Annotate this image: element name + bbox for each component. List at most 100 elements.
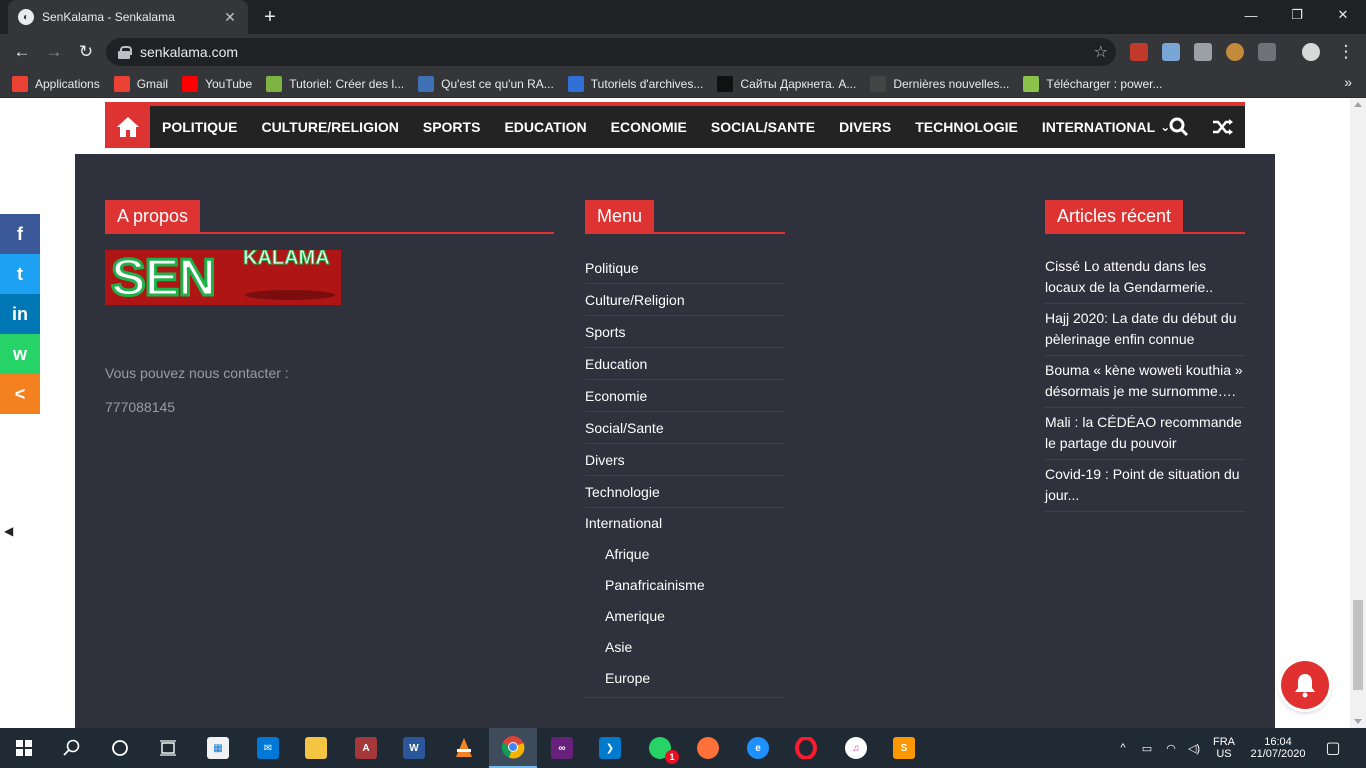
visual-studio-icon[interactable]: ∞: [538, 728, 586, 768]
footer-submenu-item[interactable]: Afrique: [585, 538, 785, 569]
search-icon[interactable]: [48, 728, 96, 768]
opera-icon[interactable]: [782, 728, 830, 768]
linkedin-icon[interactable]: in: [0, 294, 40, 334]
whatsapp-icon[interactable]: 1: [636, 728, 684, 768]
address-bar[interactable]: senkalama.com ☆: [106, 38, 1116, 66]
minimize-icon[interactable]: —: [1228, 0, 1274, 30]
recent-article-link[interactable]: Covid-19 : Point de situation du jour...: [1045, 460, 1245, 512]
action-center-icon[interactable]: ▢: [1318, 728, 1348, 768]
site-logo[interactable]: SEN KALAMA: [105, 250, 341, 305]
bookmarks-overflow-icon[interactable]: »: [1344, 74, 1352, 90]
bookmark-item[interactable]: Dernières nouvelles...: [870, 75, 1010, 92]
task-view-icon[interactable]: [144, 728, 192, 768]
browser-menu-icon[interactable]: ⋮: [1334, 40, 1358, 64]
sublime-text-icon[interactable]: S: [880, 728, 928, 768]
battery-icon[interactable]: ▭: [1136, 728, 1158, 768]
nav-item-technologie[interactable]: TECHNOLOGIE: [903, 106, 1030, 148]
bookmark-item[interactable]: Applications: [12, 75, 100, 92]
bookmark-item[interactable]: Tutoriels d'archives...: [567, 75, 703, 92]
footer-submenu-item[interactable]: Europe: [585, 662, 785, 693]
back-icon[interactable]: ←: [10, 40, 34, 64]
nav-item-label: ECONOMIE: [610, 119, 687, 135]
camera-extension-icon[interactable]: [1194, 43, 1212, 61]
vlc-icon[interactable]: [440, 728, 488, 768]
footer-submenu-item[interactable]: Panafricainisme: [585, 569, 785, 600]
bookmark-item[interactable]: Сайты Даркнета. А...: [717, 75, 856, 92]
wifi-icon[interactable]: ◠: [1160, 728, 1182, 768]
footer-menu-item[interactable]: Education: [585, 348, 785, 380]
shield-extension-icon[interactable]: [1130, 43, 1148, 61]
notification-bell-icon[interactable]: [1281, 661, 1329, 709]
browser-tab[interactable]: ◐ SenKalama - Senkalama ✕: [8, 0, 248, 34]
file-explorer-icon[interactable]: [292, 728, 340, 768]
chrome-icon[interactable]: [489, 728, 537, 768]
hide-share-icon[interactable]: ◀: [4, 524, 13, 538]
footer-menu-item[interactable]: Politique: [585, 252, 785, 284]
nav-item-politique[interactable]: POLITIQUE: [150, 106, 249, 148]
extension-icon[interactable]: [1258, 43, 1276, 61]
bookmark-item[interactable]: Qu'est ce qu'un RA...: [418, 75, 554, 92]
footer-menu-item[interactable]: Culture/Religion: [585, 284, 785, 316]
whatsapp-icon[interactable]: w: [0, 334, 40, 374]
bookmark-label: Qu'est ce qu'un RA...: [441, 76, 554, 91]
facebook-icon[interactable]: f: [0, 214, 40, 254]
bookmark-item[interactable]: Télécharger : power...: [1023, 75, 1162, 92]
language-indicator[interactable]: FRA US: [1208, 728, 1240, 768]
footer-menu-item[interactable]: Technologie: [585, 476, 785, 508]
footer-menu-item[interactable]: Sports: [585, 316, 785, 348]
nav-item-divers[interactable]: DIVERS: [827, 106, 903, 148]
twitter-icon[interactable]: t: [0, 254, 40, 294]
footer-menu-item-international[interactable]: International: [585, 508, 785, 538]
footer-submenu-item[interactable]: Asie: [585, 631, 785, 662]
footer-menu-item[interactable]: Divers: [585, 444, 785, 476]
bookmark-label: Dernières nouvelles...: [893, 76, 1010, 91]
footer-submenu-item[interactable]: Amerique: [585, 600, 785, 631]
tray-chevron-icon[interactable]: ^: [1112, 728, 1134, 768]
random-shuffle-icon[interactable]: [1201, 106, 1245, 148]
new-tab-button[interactable]: +: [258, 6, 282, 28]
vscode-icon[interactable]: ❯: [586, 728, 634, 768]
bookmark-item[interactable]: YouTube: [182, 75, 252, 92]
search-icon[interactable]: [1157, 106, 1201, 148]
scroll-up-arrow-icon[interactable]: [1354, 102, 1362, 107]
nav-item-culture-religion[interactable]: CULTURE/RELIGION: [249, 106, 410, 148]
nav-item-education[interactable]: EDUCATION: [492, 106, 598, 148]
edge-icon[interactable]: e: [734, 728, 782, 768]
microsoft-store-icon[interactable]: ▦: [194, 728, 242, 768]
scrollbar-thumb[interactable]: [1353, 600, 1363, 690]
recent-article-link[interactable]: Cissé Lo attendu dans les locaux de la G…: [1045, 252, 1245, 304]
windows-start-icon[interactable]: [0, 728, 48, 768]
firefox-icon[interactable]: [684, 728, 732, 768]
home-icon[interactable]: [105, 106, 150, 148]
footer-menu-item[interactable]: Social/Sante: [585, 412, 785, 444]
tab-close-icon[interactable]: ✕: [222, 9, 238, 26]
bookmark-star-icon[interactable]: ☆: [1094, 42, 1108, 62]
page-scrollbar[interactable]: [1350, 98, 1366, 728]
recent-article-link[interactable]: Hajj 2020: La date du début du pèlerinag…: [1045, 304, 1245, 356]
clock[interactable]: 16:04 21/07/2020: [1244, 728, 1312, 768]
mail-icon[interactable]: ✉: [244, 728, 292, 768]
cookie-extension-icon[interactable]: [1226, 43, 1244, 61]
nav-item-sports[interactable]: SPORTS: [411, 106, 493, 148]
lock-icon: [118, 46, 132, 59]
recent-article-link[interactable]: Bouma « kène woweti kouthia » désormais …: [1045, 356, 1245, 408]
reload-icon[interactable]: ↻: [74, 40, 98, 64]
share-icon[interactable]: <: [0, 374, 40, 414]
forward-icon[interactable]: →: [42, 40, 66, 64]
recent-article-link[interactable]: Mali : la CÉDÉAO recommande le partage d…: [1045, 408, 1245, 460]
footer-menu-item[interactable]: Economie: [585, 380, 785, 412]
restore-icon[interactable]: ❐: [1274, 0, 1320, 30]
word-icon[interactable]: W: [390, 728, 438, 768]
nav-item-social-sante[interactable]: SOCIAL/SANTE: [699, 106, 827, 148]
extension-icon[interactable]: [1162, 43, 1180, 61]
window-close-icon[interactable]: ✕: [1320, 0, 1366, 30]
cortana-icon[interactable]: [96, 728, 144, 768]
nav-item-economie[interactable]: ECONOMIE: [599, 106, 699, 148]
itunes-icon[interactable]: ♫: [832, 728, 880, 768]
bookmark-item[interactable]: Gmail: [113, 75, 168, 92]
access-icon[interactable]: A: [342, 728, 390, 768]
profile-avatar[interactable]: [1302, 43, 1320, 61]
scroll-down-arrow-icon[interactable]: [1354, 719, 1362, 724]
bookmark-item[interactable]: Tutoriel: Créer des l...: [266, 75, 404, 92]
volume-icon[interactable]: ◁): [1183, 728, 1205, 768]
